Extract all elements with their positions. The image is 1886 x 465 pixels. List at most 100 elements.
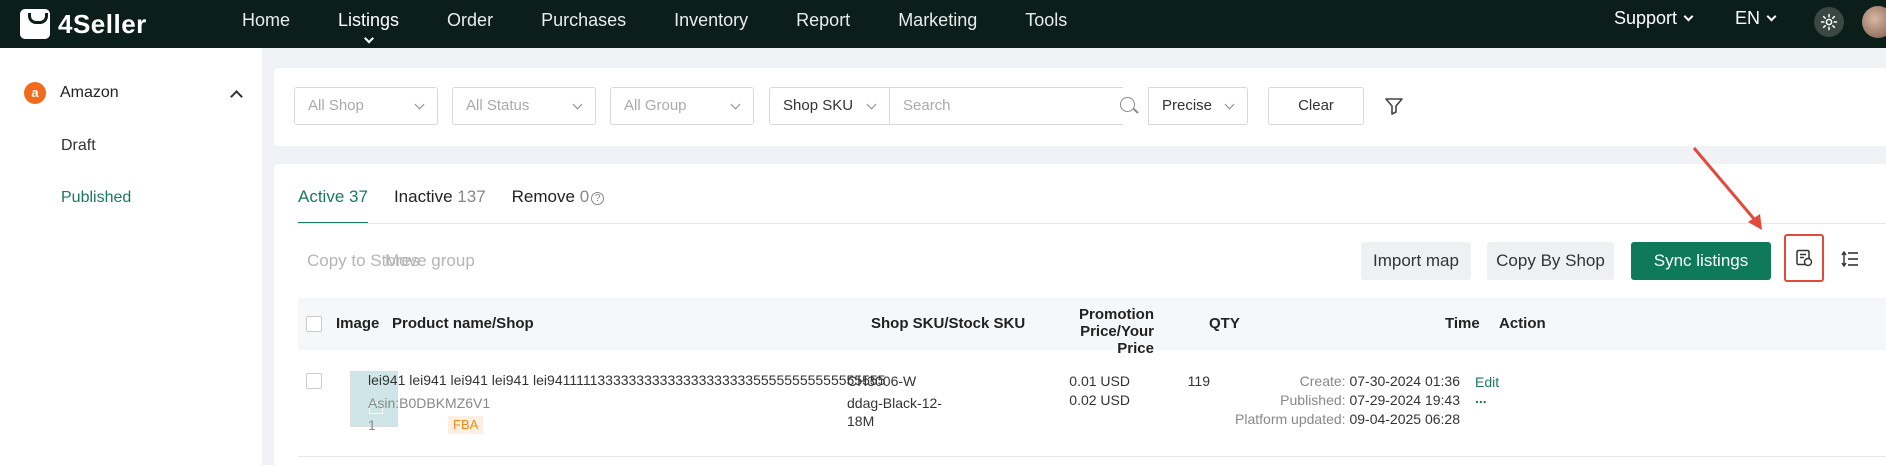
sidebar-group-label: Amazon	[60, 84, 119, 101]
shop-select[interactable]: All Shop	[294, 87, 438, 125]
search-field-select[interactable]: Shop SKU	[769, 87, 890, 125]
column-header-product: Product name/Shop	[392, 315, 534, 332]
column-header-image: Image	[336, 315, 380, 332]
gear-icon	[1820, 13, 1838, 31]
published-time-value: 07-29-2024 19:43	[1349, 392, 1460, 408]
clear-button[interactable]: Clear	[1268, 87, 1364, 125]
fulfillment-badge: FBA	[448, 416, 484, 434]
platform-updated-time: Platform updated: 09-04-2025 06:28	[1204, 411, 1460, 427]
sidebar-item-draft[interactable]: Draft	[61, 137, 96, 155]
create-time-label: Create:	[1299, 373, 1346, 389]
nav-item-order[interactable]: Order	[447, 0, 493, 48]
filter-bar: All Shop All Status All Group Shop SKU S…	[274, 68, 1886, 146]
tab-remove[interactable]: Remove 0?	[512, 182, 605, 224]
nav-item-tools[interactable]: Tools	[1025, 0, 1067, 48]
edit-link[interactable]: Edit	[1475, 374, 1499, 390]
sidebar-group-amazon[interactable]: a Amazon	[24, 82, 119, 104]
language-label: EN	[1735, 8, 1761, 28]
main-nav: Home Listings Order Purchases Inventory …	[242, 0, 1115, 48]
shop-index: 1	[368, 417, 376, 433]
filter-icon[interactable]	[1384, 96, 1404, 116]
chevron-down-icon	[1683, 11, 1694, 22]
tab-active[interactable]: Active 37	[298, 182, 368, 224]
support-menu[interactable]: Support	[1614, 8, 1694, 29]
chevron-down-icon	[414, 99, 425, 110]
search-input[interactable]: Search	[890, 87, 1123, 125]
search-field-value: Shop SKU	[783, 97, 854, 114]
shopping-bag-icon	[20, 9, 50, 39]
stock-sku-line1: ddag-Black-12-	[847, 395, 942, 411]
nav-item-inventory[interactable]: Inventory	[674, 0, 748, 48]
search-placeholder: Search	[903, 97, 951, 114]
chevron-down-icon	[866, 99, 877, 110]
search-icon[interactable]	[1120, 97, 1135, 112]
platform-updated-value: 09-04-2025 06:28	[1349, 411, 1460, 427]
chevron-down-icon	[572, 99, 583, 110]
more-actions-button[interactable]: ...	[1475, 390, 1487, 406]
row-divider	[298, 456, 1886, 457]
listings-panel: Active 37 Inactive 137 Remove 0? Copy to…	[274, 147, 1886, 465]
sidebar-item-published[interactable]: Published	[61, 189, 131, 207]
stock-sku-line2: 18M	[847, 413, 875, 429]
status-tabs: Active 37 Inactive 137 Remove 0?	[298, 182, 630, 224]
create-time: Create: 07-30-2024 01:36	[1204, 373, 1460, 389]
top-navigation-bar: 4Seller Home Listings Order Purchases In…	[0, 0, 1886, 48]
your-price: 0.02 USD	[1069, 392, 1130, 408]
column-header-time: Time	[1445, 315, 1480, 332]
tab-active-count: 37	[349, 187, 368, 206]
nav-item-listings-label: Listings	[338, 10, 400, 30]
column-header-action: Action	[1499, 315, 1546, 332]
sync-listings-button[interactable]: Sync listings	[1631, 242, 1771, 280]
export-records-icon[interactable]	[1795, 249, 1813, 267]
group-select-value: All Group	[624, 97, 687, 114]
column-header-price: Promotion Price/Your Price	[1008, 306, 1154, 357]
chevron-down-icon	[1224, 99, 1235, 110]
settings-button[interactable]	[1814, 7, 1844, 37]
tab-remove-label: Remove	[511, 187, 575, 206]
match-mode-value: Precise	[1162, 97, 1213, 114]
promotion-price: 0.01 USD	[1069, 373, 1130, 389]
chevron-down-icon	[363, 33, 374, 44]
tab-active-label: Active	[298, 187, 345, 206]
column-header-sku: Shop SKU/Stock SKU	[871, 315, 1026, 332]
row-checkbox[interactable]	[306, 373, 322, 389]
shop-select-value: All Shop	[308, 97, 364, 114]
tab-inactive[interactable]: Inactive 137	[394, 182, 486, 224]
published-time-label: Published:	[1280, 392, 1346, 408]
status-select-value: All Status	[466, 97, 530, 114]
column-header-qty: QTY	[1209, 315, 1240, 332]
move-group-button[interactable]: Move group	[385, 251, 475, 271]
column-header-price-line1: Promotion Price/Your	[1079, 306, 1154, 340]
app-logo[interactable]: 4Seller	[20, 6, 147, 42]
table-header: Image Product name/Shop Shop SKU/Stock S…	[298, 298, 1886, 357]
nav-item-home[interactable]: Home	[242, 0, 290, 48]
chevron-up-icon[interactable]	[230, 90, 243, 103]
language-menu[interactable]: EN	[1735, 8, 1777, 29]
nav-item-purchases[interactable]: Purchases	[541, 0, 626, 48]
amazon-icon: a	[24, 82, 46, 104]
logo-text: 4Seller	[58, 8, 147, 39]
platform-updated-label: Platform updated:	[1235, 411, 1346, 427]
copy-by-shop-button[interactable]: Copy By Shop	[1487, 242, 1614, 280]
column-settings-icon[interactable]	[1841, 250, 1859, 268]
tab-inactive-count: 137	[457, 187, 486, 206]
match-mode-select[interactable]: Precise	[1148, 87, 1248, 125]
tab-inactive-label: Inactive	[393, 187, 453, 206]
product-asin: Asin:B0DBKMZ6V1	[368, 395, 491, 411]
product-name[interactable]: lei941 lei941 lei941 lei941 lei941111133…	[368, 372, 885, 388]
published-time: Published: 07-29-2024 19:43	[1204, 392, 1460, 408]
create-time-value: 07-30-2024 01:36	[1349, 373, 1460, 389]
avatar[interactable]	[1862, 6, 1886, 38]
status-select[interactable]: All Status	[452, 87, 596, 125]
nav-item-report[interactable]: Report	[796, 0, 850, 48]
group-select[interactable]: All Group	[610, 87, 754, 125]
nav-item-listings[interactable]: Listings	[338, 0, 399, 48]
help-icon[interactable]: ?	[591, 192, 605, 205]
tab-divider	[298, 223, 1886, 224]
sidebar: a Amazon Draft Published	[0, 48, 262, 465]
shop-sku: CH3006-W	[847, 373, 917, 389]
column-header-price-line2: Price	[1117, 340, 1154, 357]
import-map-button[interactable]: Import map	[1361, 242, 1471, 280]
nav-item-marketing[interactable]: Marketing	[898, 0, 977, 48]
select-all-checkbox[interactable]	[306, 316, 322, 332]
